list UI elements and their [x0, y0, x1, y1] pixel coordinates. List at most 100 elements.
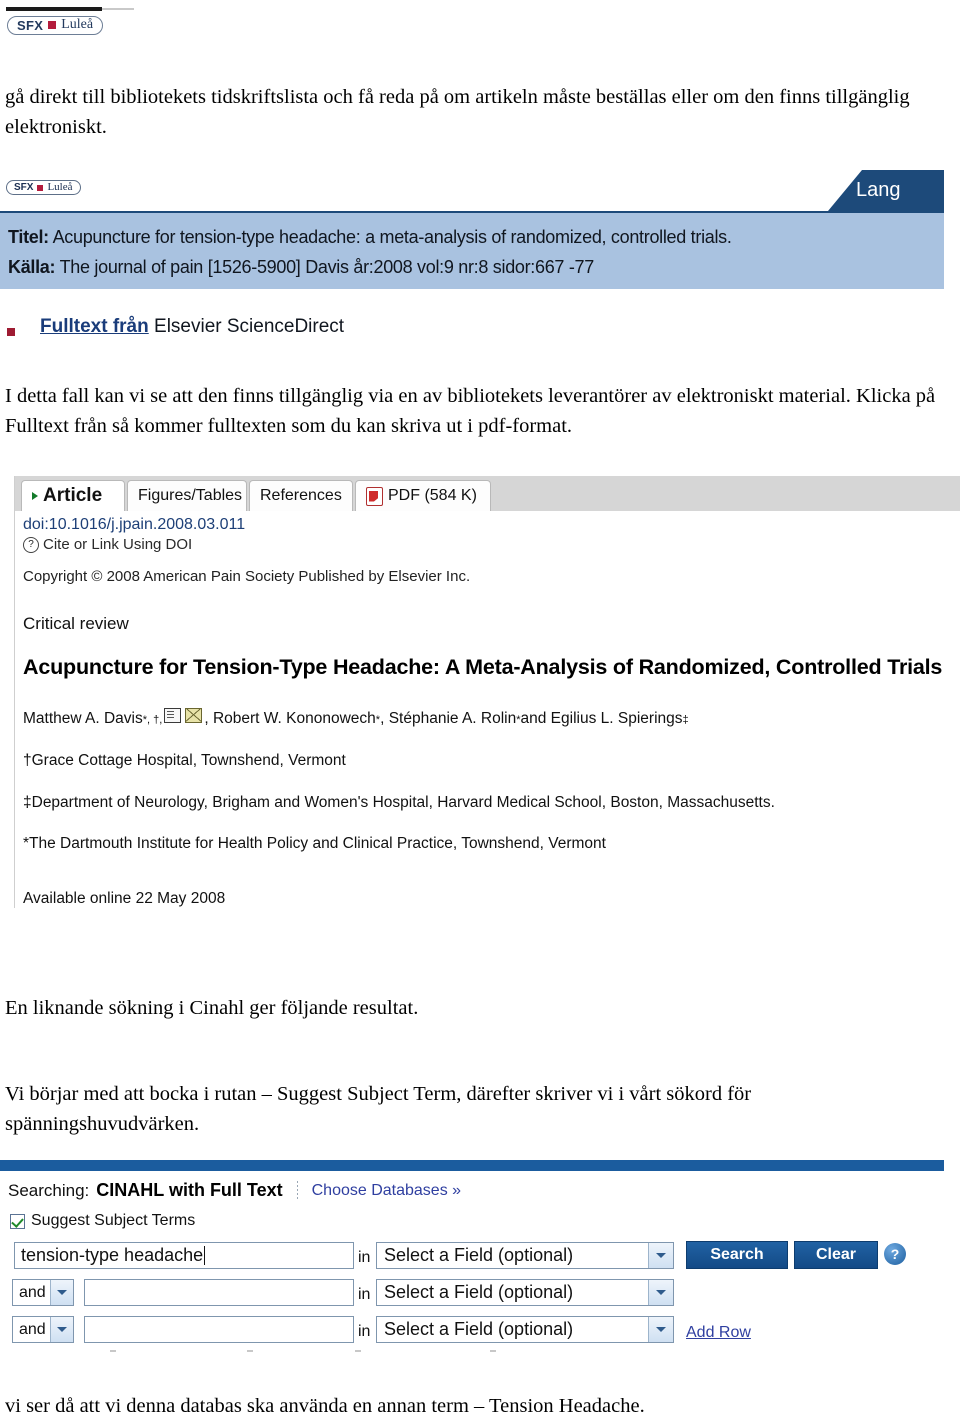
- vertical-separator: [296, 1180, 298, 1201]
- in-label-3: in: [358, 1323, 371, 1340]
- search-row-2: and in Select a Field (optional): [0, 1277, 944, 1310]
- choose-databases-link[interactable]: Choose Databases »: [312, 1182, 461, 1200]
- tab-figures-label: Figures/Tables: [138, 487, 243, 504]
- field-select-3[interactable]: Select a Field (optional): [376, 1316, 674, 1343]
- tab-references-label: References: [260, 487, 342, 504]
- suggest-subject-terms-label: Suggest Subject Terms: [31, 1212, 196, 1229]
- pdf-icon: [366, 486, 383, 506]
- fulltext-row: Fulltext från Elsevier ScienceDirect: [0, 316, 944, 346]
- paragraph-final: vi ser då att vi denna databas ska använ…: [5, 1395, 645, 1417]
- search-term-input-1[interactable]: tension-type headache: [14, 1242, 354, 1269]
- citation-title-label: Titel:: [8, 227, 49, 247]
- in-label-2: in: [358, 1286, 371, 1303]
- sfx-result-screenshot: SFX Luleå Lang Titel: Acupuncture for te…: [0, 170, 944, 365]
- affiliation-2: ‡Department of Neurology, Brigham and Wo…: [23, 794, 775, 811]
- top-rule-divider: [6, 7, 102, 11]
- author-3-name: , Stéphanie A. Rolin: [380, 710, 517, 727]
- field-select-value-1: Select a Field (optional): [384, 1245, 574, 1265]
- note-icon[interactable]: [164, 708, 182, 723]
- search-term-input-3[interactable]: [84, 1316, 354, 1343]
- cinahl-top-bar: [0, 1160, 944, 1171]
- article-title: Acupuncture for Tension-Type Headache: A…: [23, 655, 943, 679]
- author-2-name: , Robert W. Kononowech: [204, 710, 376, 727]
- fulltext-provider: Elsevier ScienceDirect: [154, 316, 345, 337]
- search-row-3: and in Select a Field (optional) Add Row: [0, 1314, 944, 1347]
- sfx-result-logo-city: Luleå: [47, 181, 73, 193]
- sfx-result-logo-word: SFX: [14, 181, 34, 193]
- help-icon[interactable]: ?: [884, 1243, 906, 1265]
- paragraph-intro: gå direkt till bibliotekets tidskriftsli…: [5, 86, 910, 138]
- paragraph-suggest: Vi börjar med att bocka i rutan – Sugges…: [5, 1083, 752, 1135]
- available-online-text: Available online 22 May 2008: [23, 890, 226, 907]
- author-1-marks: *, †,: [142, 714, 163, 726]
- add-row-link[interactable]: Add Row: [686, 1324, 751, 1342]
- cinahl-search-screenshot: Searching: CINAHL with Full Text Choose …: [0, 1160, 944, 1360]
- boolean-select-value-3: and: [19, 1320, 46, 1338]
- tab-article-label: Article: [43, 485, 103, 506]
- sfx-result-bar: SFX Luleå Lang: [0, 170, 944, 213]
- affiliation-3: *The Dartmouth Institute for Health Poli…: [23, 835, 606, 852]
- sfx-logo-badge[interactable]: SFX Luleå: [7, 16, 104, 35]
- cite-or-link-row[interactable]: ? Cite or Link Using DOI: [23, 536, 192, 553]
- tab-pdf[interactable]: PDF (584 K): [355, 480, 491, 511]
- envelope-icon[interactable]: [185, 708, 203, 723]
- triangle-marker-icon: [32, 492, 38, 500]
- chevron-down-icon[interactable]: [648, 1280, 673, 1305]
- fulltext-text: Fulltext från Elsevier ScienceDirect: [40, 316, 344, 338]
- search-term-input-2[interactable]: [84, 1279, 354, 1306]
- paragraph-cinahl: En liknande sökning i Cinahl ger följand…: [5, 997, 419, 1019]
- sfx-square-icon: [48, 21, 57, 29]
- searching-row: Searching: CINAHL with Full Text Choose …: [8, 1180, 461, 1201]
- field-select-value-2: Select a Field (optional): [384, 1282, 574, 1302]
- chevron-down-icon[interactable]: [648, 1317, 673, 1342]
- affiliation-1: †Grace Cottage Hospital, Townshend, Verm…: [23, 752, 346, 769]
- author-1-name: Matthew A. Davis: [23, 710, 143, 727]
- field-select-value-3: Select a Field (optional): [384, 1319, 574, 1339]
- document-page: SFX Luleå gå direkt till bibliotekets ti…: [0, 0, 960, 1418]
- tab-figures-tables[interactable]: Figures/Tables: [127, 480, 247, 511]
- copyright-text: Copyright © 2008 American Pain Society P…: [23, 568, 471, 585]
- sfx-result-square-icon: [37, 184, 44, 191]
- question-mark-icon: ?: [23, 536, 39, 553]
- search-row-1: tension-type headache in Select a Field …: [0, 1240, 944, 1273]
- sfx-logo-word: SFX: [17, 17, 44, 33]
- language-tab[interactable]: Lang: [828, 170, 944, 211]
- sfx-result-logo[interactable]: SFX Luleå: [6, 180, 81, 195]
- chevron-down-icon[interactable]: [648, 1243, 673, 1268]
- clear-button[interactable]: Clear: [794, 1241, 878, 1269]
- article-authors: Matthew A. Davis *, †, , Robert W. Konon…: [23, 708, 689, 728]
- author-4-name: and Egilius L. Spierings: [520, 710, 683, 727]
- text-caret: [204, 1246, 206, 1265]
- tab-article[interactable]: Article: [21, 480, 125, 511]
- tab-references[interactable]: References: [249, 480, 353, 511]
- boolean-select-3[interactable]: and: [12, 1316, 74, 1343]
- suggest-subject-terms-checkbox[interactable]: [10, 1213, 25, 1229]
- suggest-subject-terms-row[interactable]: Suggest Subject Terms: [10, 1212, 195, 1230]
- author-4-mark: ‡: [682, 714, 689, 726]
- chevron-down-icon[interactable]: [50, 1317, 73, 1342]
- fulltext-link[interactable]: Fulltext från: [40, 316, 149, 337]
- in-label-1: in: [358, 1249, 371, 1266]
- database-name: CINAHL with Full Text: [96, 1180, 283, 1200]
- sfx-citation-box: Titel: Acupuncture for tension-type head…: [0, 213, 944, 289]
- citation-source-label: Källa:: [8, 257, 56, 277]
- tab-pdf-label: PDF (584 K): [388, 487, 477, 504]
- doi-text: doi:10.1016/j.jpain.2008.03.011: [23, 516, 246, 533]
- field-select-1[interactable]: Select a Field (optional): [376, 1242, 674, 1269]
- bullet-square-icon: [7, 328, 15, 336]
- top-rule-tail: [102, 8, 134, 10]
- citation-title-line: Titel: Acupuncture for tension-type head…: [8, 227, 732, 248]
- paragraph-fulltext: I detta fall kan vi se att den finns til…: [5, 385, 936, 437]
- search-term-value-1: tension-type headache: [21, 1245, 204, 1265]
- citation-source-value: The journal of pain [1526-5900] Davis år…: [59, 257, 595, 277]
- sciencedirect-article-screenshot: Article Figures/Tables References PDF (5…: [14, 476, 960, 908]
- boolean-select-value-2: and: [19, 1283, 46, 1301]
- chevron-down-icon[interactable]: [50, 1280, 73, 1305]
- boolean-select-2[interactable]: and: [12, 1279, 74, 1306]
- search-button[interactable]: Search: [686, 1241, 788, 1269]
- cite-or-link-label: Cite or Link Using DOI: [43, 536, 193, 553]
- field-select-2[interactable]: Select a Field (optional): [376, 1279, 674, 1306]
- faint-dot-row: [0, 1350, 944, 1354]
- citation-source-line: Källa: The journal of pain [1526-5900] D…: [8, 257, 594, 278]
- sfx-logo-city: Luleå: [61, 17, 94, 32]
